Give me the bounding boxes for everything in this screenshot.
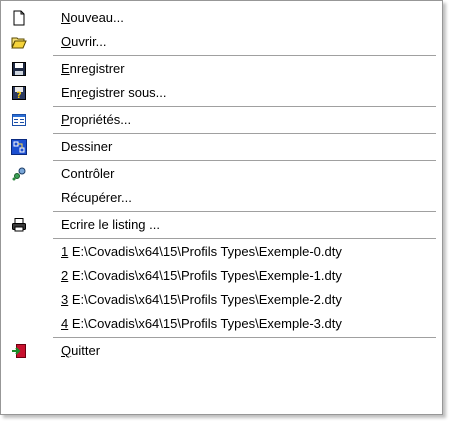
menu-item-label: Ouvrir... (61, 34, 107, 49)
menu-item-label: Contrôler (61, 166, 115, 181)
draw-icon (11, 139, 27, 155)
menu-item-label: Nouveau... (61, 10, 124, 25)
menu-item-recent-1[interactable]: 1 E:\Covadis\x64\15\Profils Types\Exempl… (1, 240, 442, 264)
printer-icon (11, 217, 27, 233)
check-gears-icon (11, 166, 27, 182)
menu-item-recent-4[interactable]: 4 E:\Covadis\x64\15\Profils Types\Exempl… (1, 312, 442, 336)
menu-item-label: Enregistrer sous... (61, 85, 167, 100)
exit-door-icon (11, 343, 27, 359)
menu-item-quitter[interactable]: Quitter (1, 339, 442, 363)
menu-item-recuperer[interactable]: Récupérer... (1, 186, 442, 210)
menu-item-enregistrer-sous[interactable]: ? Enregistrer sous... (1, 81, 442, 105)
menu-item-label: Récupérer... (61, 190, 132, 205)
menu-item-label: 2 E:\Covadis\x64\15\Profils Types\Exempl… (61, 268, 342, 283)
menu-item-label: Dessiner (61, 139, 113, 154)
new-document-icon (11, 10, 27, 26)
menu-item-label: Quitter (61, 343, 101, 358)
menu-item-enregistrer[interactable]: Enregistrer (1, 57, 442, 81)
menu-item-ouvrir[interactable]: Ouvrir... (1, 30, 442, 54)
menu-item-recent-3[interactable]: 3 E:\Covadis\x64\15\Profils Types\Exempl… (1, 288, 442, 312)
file-menu: Nouveau... Ouvrir... Enregistrer? Enregistr… (0, 0, 443, 415)
menu-item-nouveau[interactable]: Nouveau... (1, 6, 442, 30)
menu-item-label: 1 E:\Covadis\x64\15\Profils Types\Exempl… (61, 244, 342, 259)
open-folder-icon (11, 34, 27, 50)
menu-item-label: Propriétés... (61, 112, 132, 127)
svg-text:?: ? (16, 91, 21, 101)
menu-item-label: Ecrire le listing ... (61, 217, 160, 232)
menu-item-ecrire-listing[interactable]: Ecrire le listing ... (1, 213, 442, 237)
menu-item-dessiner[interactable]: Dessiner (1, 135, 442, 159)
menu-item-label: 4 E:\Covadis\x64\15\Profils Types\Exempl… (61, 316, 342, 331)
menu-item-list: Nouveau... Ouvrir... Enregistrer? Enregistr… (1, 1, 442, 363)
menu-item-label: 3 E:\Covadis\x64\15\Profils Types\Exempl… (61, 292, 342, 307)
menu-item-proprietes[interactable]: Propriétés... (1, 108, 442, 132)
menu-item-recent-2[interactable]: 2 E:\Covadis\x64\15\Profils Types\Exempl… (1, 264, 442, 288)
menu-item-label: Enregistrer (61, 61, 125, 76)
properties-icon (11, 112, 27, 128)
floppy-disk-icon (11, 61, 27, 77)
menu-item-controler[interactable]: Contrôler (1, 162, 442, 186)
save-as-icon: ? (11, 85, 27, 101)
